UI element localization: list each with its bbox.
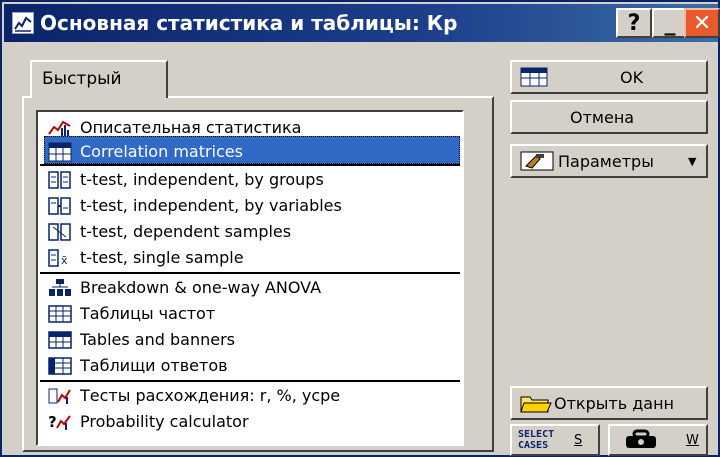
response-table-icon — [48, 356, 72, 376]
app-chart-icon — [12, 12, 34, 34]
group-divider — [40, 164, 460, 166]
list-item[interactable]: t-test, dependent samples — [48, 220, 458, 244]
group-divider — [40, 380, 460, 382]
weight-icon — [624, 426, 658, 454]
list-item[interactable]: t-test, independent, by groups — [48, 168, 458, 192]
tab-quick-label: Быстрый — [42, 69, 122, 89]
select-cases-key: S — [574, 432, 583, 448]
minimize-icon: _ — [664, 10, 676, 36]
cancel-label: Отмена — [570, 107, 635, 127]
title-bar[interactable]: Основная статистика и таблицы: Кр ? _ ✕ — [4, 4, 720, 42]
open-data-label: Открыть данн — [554, 393, 674, 413]
parameters-label: Параметры — [558, 151, 654, 171]
minimize-button[interactable]: _ — [652, 8, 688, 38]
ok-label: OK — [620, 67, 644, 87]
group-divider — [40, 272, 460, 274]
svg-text:x̄: x̄ — [61, 254, 68, 267]
list-item-label: Описательная статистика — [80, 118, 302, 137]
difference-tests-icon — [48, 386, 72, 406]
list-item[interactable]: t-test, independent, by variables — [48, 194, 458, 218]
ttest-single-icon: x̄ — [48, 248, 72, 268]
table-icon — [520, 62, 548, 92]
descriptive-stats-icon — [48, 118, 72, 138]
list-item-label: Breakdown & one-way ANOVA — [80, 278, 322, 297]
list-item-label: Таблищи ответов — [80, 356, 228, 375]
cancel-button[interactable]: Отмена — [510, 100, 708, 134]
list-item[interactable]: Таблищи ответов — [48, 354, 458, 378]
ok-button[interactable]: OK — [510, 60, 708, 94]
dialog-window: Основная статистика и таблицы: Кр ? _ ✕ … — [0, 0, 720, 457]
list-item[interactable]: Breakdown & one-way ANOVA — [48, 276, 458, 300]
list-item-selected[interactable]: Correlation matrices — [48, 140, 458, 164]
close-icon: ✕ — [692, 10, 712, 36]
ttest-groups-icon — [48, 170, 72, 190]
select-cases-line1: SELECT — [518, 429, 555, 440]
select-cases-line2: CASES — [518, 440, 549, 451]
parameters-icon — [520, 146, 554, 176]
svg-text:?: ? — [48, 413, 57, 431]
list-item[interactable]: x̄ t-test, single sample — [48, 246, 458, 270]
open-folder-icon — [520, 388, 552, 418]
probability-calculator-icon: ? — [48, 412, 72, 432]
tab-quick[interactable]: Быстрый — [30, 60, 168, 98]
analysis-listbox[interactable]: Описательная статистика Correlation matr… — [36, 110, 464, 446]
open-data-button[interactable]: Открыть данн — [510, 386, 708, 420]
frequency-table-icon — [48, 304, 72, 324]
list-item[interactable]: Описательная статистика — [48, 116, 458, 140]
select-cases-icon: SELECT CASES — [518, 429, 554, 451]
parameters-button[interactable]: Параметры ▼ — [510, 144, 708, 178]
close-button[interactable]: ✕ — [684, 8, 720, 38]
correlation-matrix-icon — [48, 142, 72, 162]
list-item-label: Correlation matrices — [80, 142, 243, 161]
weight-key: W — [686, 432, 699, 448]
list-item-label: Тесты расхождения: r, %, усре — [80, 386, 341, 405]
select-cases-button[interactable]: SELECT CASES S — [510, 424, 600, 456]
list-item[interactable]: Тесты расхождения: r, %, усре — [48, 384, 458, 408]
help-button[interactable]: ? — [616, 8, 652, 38]
window-title: Основная статистика и таблицы: Кр — [40, 11, 458, 35]
list-item[interactable]: ? Probability calculator — [48, 410, 458, 434]
list-item-label: t-test, single sample — [80, 248, 244, 267]
breakdown-anova-icon — [48, 278, 72, 298]
weight-button[interactable]: W — [608, 424, 708, 456]
list-item-label: t-test, dependent samples — [80, 222, 292, 241]
help-icon: ? — [627, 10, 641, 36]
ttest-variables-icon — [48, 196, 72, 216]
tables-banners-icon — [48, 330, 72, 350]
list-item-label: Tables and banners — [80, 330, 235, 349]
list-item-label: t-test, independent, by groups — [80, 170, 324, 189]
list-item-label: Probability calculator — [80, 412, 249, 431]
ttest-dependent-icon — [48, 222, 72, 242]
chevron-down-icon: ▼ — [688, 154, 697, 168]
list-item[interactable]: Таблицы частот — [48, 302, 458, 326]
list-item-label: t-test, independent, by variables — [80, 196, 342, 215]
list-item[interactable]: Tables and banners — [48, 328, 458, 352]
list-item-label: Таблицы частот — [80, 304, 216, 323]
